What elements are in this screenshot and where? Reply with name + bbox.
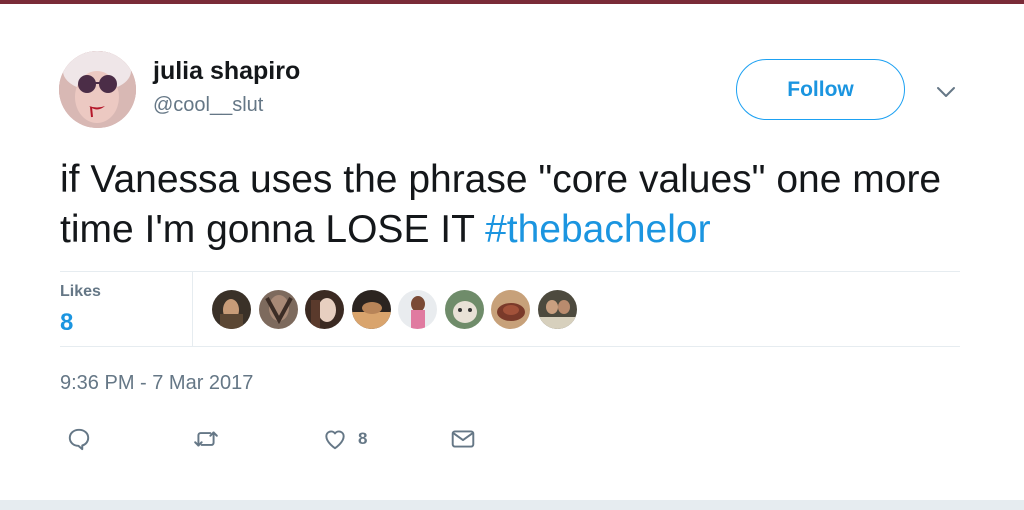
- avatar-image: [59, 51, 136, 128]
- tweet-text: if Vanessa uses the phrase "core values"…: [60, 155, 980, 255]
- retweet-button[interactable]: [193, 426, 219, 452]
- follow-button[interactable]: Follow: [736, 59, 905, 120]
- author-handle[interactable]: @cool__slut: [153, 94, 263, 117]
- liker-avatar[interactable]: [351, 290, 391, 329]
- liker-avatar[interactable]: [305, 290, 344, 329]
- hashtag-link[interactable]: #thebachelor: [485, 208, 711, 251]
- heart-icon: [325, 430, 345, 450]
- likes-count[interactable]: 8: [60, 309, 73, 337]
- stats-bottom-divider: [60, 346, 960, 347]
- liker-avatar[interactable]: [212, 290, 251, 329]
- retweet-icon: [194, 431, 218, 447]
- liker-avatar[interactable]: [258, 290, 298, 329]
- tweet-timestamp[interactable]: 9:36 PM - 7 Mar 2017: [60, 372, 253, 395]
- author-name[interactable]: julia shapiro: [153, 57, 300, 86]
- likers-avatars: [212, 290, 584, 330]
- author-avatar[interactable]: [59, 51, 136, 128]
- like-button[interactable]: 8: [322, 426, 367, 452]
- liker-avatar[interactable]: [537, 290, 577, 329]
- reply-button[interactable]: [66, 426, 92, 452]
- stats-top-divider: [60, 271, 960, 272]
- liker-avatar[interactable]: [491, 290, 530, 329]
- follow-button-label: Follow: [787, 77, 854, 101]
- likes-label[interactable]: Likes: [60, 283, 101, 301]
- direct-message-button[interactable]: [450, 426, 476, 452]
- like-action-count: 8: [358, 429, 368, 448]
- bottom-border: [0, 500, 1024, 510]
- liker-avatar[interactable]: [398, 290, 437, 329]
- stats-vertical-divider: [192, 272, 193, 346]
- chevron-down-icon[interactable]: [934, 80, 958, 104]
- reply-icon: [68, 428, 90, 451]
- liker-avatar[interactable]: [444, 290, 484, 329]
- top-border: [0, 0, 1024, 4]
- envelope-icon: [451, 430, 475, 448]
